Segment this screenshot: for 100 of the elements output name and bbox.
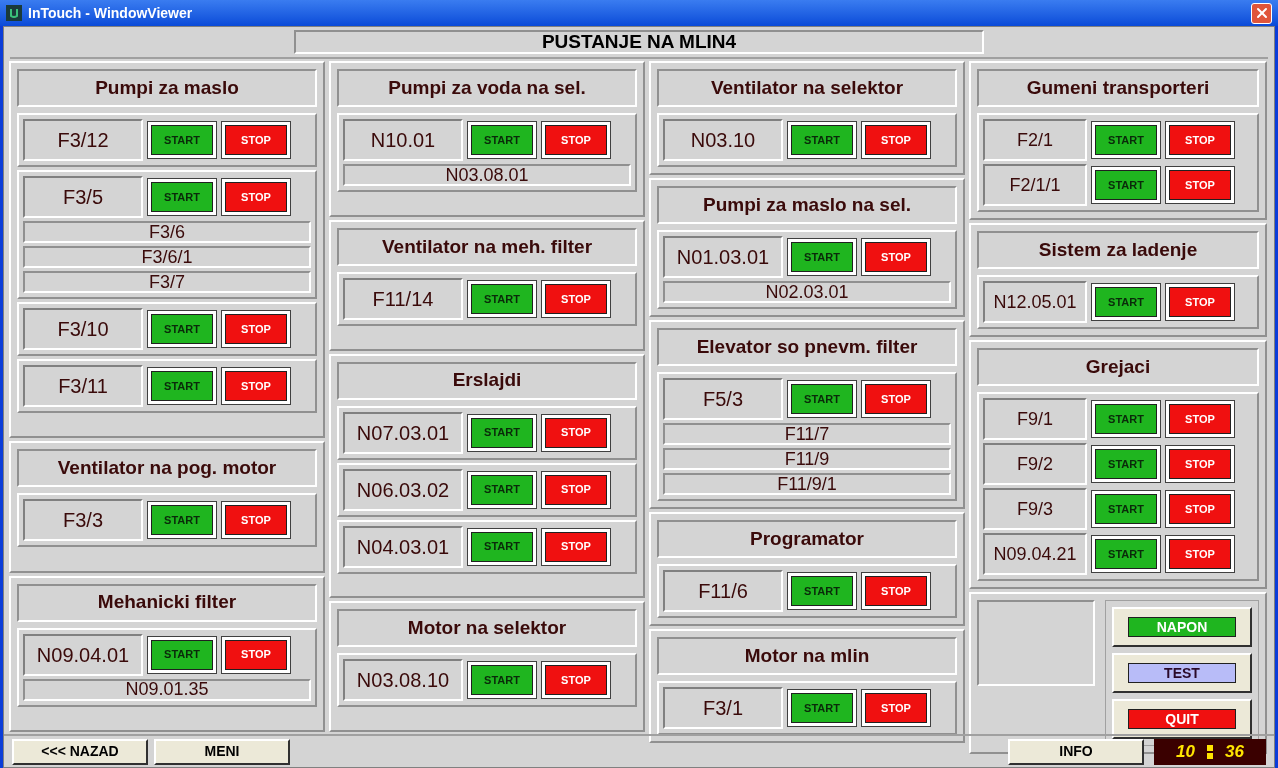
- start-button[interactable]: START: [1091, 445, 1161, 483]
- device-note: F11/7: [663, 423, 951, 445]
- stop-button[interactable]: STOP: [541, 661, 611, 700]
- group-title: Pumpi za voda na sel.: [337, 69, 637, 107]
- device-note: F3/7: [23, 271, 311, 293]
- stop-button[interactable]: STOP: [221, 635, 291, 674]
- start-button[interactable]: START: [467, 470, 537, 509]
- device-label: F2/1: [983, 119, 1087, 161]
- stop-button[interactable]: STOP: [1165, 121, 1235, 159]
- start-button[interactable]: START: [467, 527, 537, 566]
- group-title: Ventilator na meh. filter: [337, 227, 637, 266]
- device-label: N09.04.21: [983, 533, 1087, 575]
- group-title: Grejaci: [977, 348, 1259, 386]
- device-label: F9/3: [983, 488, 1087, 530]
- start-button[interactable]: START: [467, 413, 537, 452]
- device-label: N12.05.01: [983, 281, 1087, 323]
- stop-button[interactable]: STOP: [1165, 166, 1235, 204]
- device-label: N06.03.02: [343, 468, 463, 511]
- group-title: Ventilator na pog. motor: [17, 449, 317, 488]
- start-button[interactable]: START: [147, 310, 217, 348]
- window-title: InTouch - WindowViewer: [28, 3, 193, 23]
- start-button[interactable]: START: [147, 367, 217, 405]
- start-button[interactable]: START: [787, 238, 857, 276]
- start-button[interactable]: START: [467, 121, 537, 159]
- group-title: Motor na selektor: [337, 609, 637, 648]
- nav-button[interactable]: MENI: [154, 738, 290, 765]
- app-icon: [6, 5, 22, 21]
- stop-button[interactable]: STOP: [221, 178, 291, 216]
- group-title: Ventilator na selektor: [657, 69, 957, 107]
- device-label: N07.03.01: [343, 411, 463, 454]
- stop-button[interactable]: STOP: [221, 501, 291, 540]
- start-button[interactable]: START: [787, 121, 857, 159]
- device-label: F9/1: [983, 398, 1087, 440]
- start-button[interactable]: START: [1091, 166, 1161, 204]
- device-note: F3/6/1: [23, 246, 311, 268]
- start-button[interactable]: START: [147, 501, 217, 540]
- stop-button[interactable]: STOP: [1165, 283, 1235, 321]
- clock-minutes: 36: [1225, 740, 1244, 763]
- group-title: Mehanicki filter: [17, 583, 317, 622]
- clock-hours: 10: [1176, 740, 1195, 763]
- stop-button[interactable]: STOP: [221, 121, 291, 159]
- stop-button[interactable]: STOP: [861, 380, 931, 418]
- device-label: F9/2: [983, 443, 1087, 485]
- stop-button[interactable]: STOP: [1165, 400, 1235, 438]
- device-note: F11/9/1: [663, 473, 951, 495]
- start-button[interactable]: START: [787, 572, 857, 610]
- device-label: F3/11: [23, 365, 143, 407]
- group-title: Pumpi za maslo na sel.: [657, 186, 957, 224]
- stop-button[interactable]: STOP: [1165, 490, 1235, 528]
- start-button[interactable]: START: [787, 689, 857, 727]
- device-note: F11/9: [663, 448, 951, 470]
- stop-button[interactable]: STOP: [541, 470, 611, 509]
- device-label: N01.03.01: [663, 236, 783, 278]
- info-button[interactable]: INFO: [1008, 738, 1144, 765]
- group-title: Programator: [657, 520, 957, 558]
- start-button[interactable]: START: [147, 635, 217, 674]
- device-label: F3/10: [23, 308, 143, 350]
- group-title: Motor na mlin: [657, 637, 957, 675]
- stop-button[interactable]: STOP: [1165, 535, 1235, 573]
- panel-button[interactable]: QUIT: [1112, 699, 1252, 739]
- stop-button[interactable]: STOP: [861, 121, 931, 159]
- device-label: N03.08.10: [343, 659, 463, 702]
- group-title: Sistem za ladenje: [977, 231, 1259, 269]
- start-button[interactable]: START: [1091, 400, 1161, 438]
- group-title: Elevator so pnevm. filter: [657, 328, 957, 366]
- panel-button[interactable]: TEST: [1112, 653, 1252, 693]
- stop-button[interactable]: STOP: [221, 310, 291, 348]
- colon-icon: [1207, 744, 1213, 759]
- device-label: F2/1/1: [983, 164, 1087, 206]
- group-title: Gumeni transporteri: [977, 69, 1259, 107]
- stop-button[interactable]: STOP: [861, 238, 931, 276]
- screen-title: PUSTANJE NA MLIN4: [294, 30, 984, 54]
- start-button[interactable]: START: [787, 380, 857, 418]
- device-note: N03.08.01: [343, 164, 631, 186]
- stop-button[interactable]: STOP: [861, 572, 931, 610]
- start-button[interactable]: START: [467, 279, 537, 318]
- stop-button[interactable]: STOP: [541, 527, 611, 566]
- close-button[interactable]: [1251, 2, 1272, 24]
- start-button[interactable]: START: [147, 121, 217, 159]
- device-label: N10.01: [343, 119, 463, 161]
- stop-button[interactable]: STOP: [861, 689, 931, 727]
- start-button[interactable]: START: [467, 661, 537, 700]
- stop-button[interactable]: STOP: [221, 367, 291, 405]
- start-button[interactable]: START: [1091, 490, 1161, 528]
- stop-button[interactable]: STOP: [541, 413, 611, 452]
- stop-button[interactable]: STOP: [541, 121, 611, 159]
- device-label: F11/14: [343, 277, 463, 320]
- stop-button[interactable]: STOP: [541, 279, 611, 318]
- start-button[interactable]: START: [1091, 121, 1161, 159]
- device-label: N09.04.01: [23, 633, 143, 676]
- device-label: F11/6: [663, 570, 783, 612]
- nav-button[interactable]: <<< NAZAD: [12, 738, 148, 765]
- device-label: F5/3: [663, 378, 783, 420]
- stop-button[interactable]: STOP: [1165, 445, 1235, 483]
- start-button[interactable]: START: [1091, 283, 1161, 321]
- device-label: F3/1: [663, 687, 783, 729]
- device-label: N04.03.01: [343, 525, 463, 568]
- start-button[interactable]: START: [1091, 535, 1161, 573]
- group-title: Erslajdi: [337, 361, 637, 400]
- start-button[interactable]: START: [147, 178, 217, 216]
